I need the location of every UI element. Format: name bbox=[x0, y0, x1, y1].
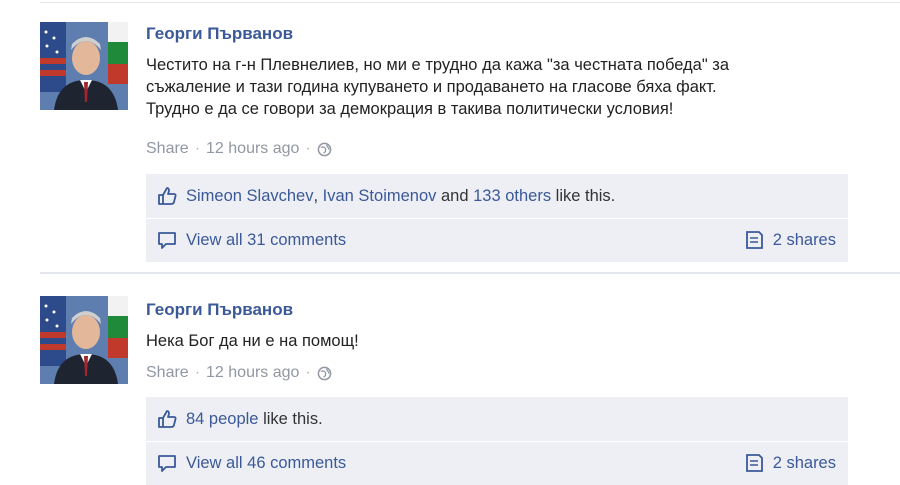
post-timestamp[interactable]: 12 hours ago bbox=[206, 140, 299, 158]
shares-link[interactable]: 2 shares bbox=[733, 229, 836, 251]
share-link[interactable]: Share bbox=[146, 364, 189, 382]
meta-separator: · bbox=[305, 140, 311, 157]
avatar[interactable] bbox=[40, 22, 128, 110]
likes-text: and bbox=[436, 186, 474, 205]
message-line: Трудно е да се говори за демокрация в та… bbox=[146, 100, 674, 118]
post-author[interactable]: Георги Първанов bbox=[146, 24, 293, 44]
share-icon bbox=[743, 229, 765, 251]
likes-text: like this. bbox=[551, 186, 616, 205]
avatar[interactable] bbox=[40, 296, 128, 384]
view-comments-link[interactable]: View all 31 comments bbox=[186, 231, 346, 250]
post-meta: Share · 12 hours ago · bbox=[146, 364, 332, 382]
post-timestamp[interactable]: 12 hours ago bbox=[206, 364, 299, 382]
shares-count[interactable]: 2 shares bbox=[773, 454, 836, 473]
post-message: Честито на г-н Плевнелиев, но ми е трудн… bbox=[146, 54, 866, 120]
likes-others-link[interactable]: 133 others bbox=[473, 187, 551, 206]
likes-row: 84 people like this. bbox=[146, 397, 848, 441]
message-line: съжаление и тази година купуването и про… bbox=[146, 78, 717, 96]
comments-row: View all 46 comments 2 shares bbox=[146, 441, 848, 485]
comments-row: View all 31 comments 2 shares bbox=[146, 218, 848, 262]
shares-count[interactable]: 2 shares bbox=[773, 231, 836, 250]
globe-icon[interactable] bbox=[317, 366, 332, 381]
feed-post: Георги Първанов Нека Бог да ни е на помо… bbox=[0, 272, 900, 485]
meta-separator: · bbox=[194, 364, 201, 381]
message-line: Нека Бог да ни е на помощ! bbox=[146, 332, 359, 350]
share-icon bbox=[743, 452, 765, 474]
comment-icon[interactable] bbox=[156, 229, 178, 251]
feed-post: Георги Първанов Честито на г-н Плевнелие… bbox=[0, 0, 900, 270]
shares-link[interactable]: 2 shares bbox=[733, 452, 836, 474]
view-comments-link[interactable]: View all 46 comments bbox=[186, 454, 346, 473]
likes-text: , bbox=[313, 186, 323, 205]
meta-separator: · bbox=[305, 364, 311, 381]
feedback-box: 84 people like this. View all 46 comment… bbox=[146, 397, 848, 485]
meta-separator: · bbox=[194, 140, 201, 157]
share-link[interactable]: Share bbox=[146, 140, 189, 158]
post-meta: Share · 12 hours ago · bbox=[146, 140, 332, 158]
liker-link[interactable]: Simeon Slavchev bbox=[186, 187, 313, 206]
thumbs-up-icon[interactable] bbox=[156, 408, 178, 430]
post-message: Нека Бог да ни е на помощ! bbox=[146, 330, 866, 352]
likes-row: Simeon Slavchev , Ivan Stoimenov and 133… bbox=[146, 174, 848, 218]
likes-text: like this. bbox=[258, 409, 323, 428]
likes-people-link[interactable]: 84 people bbox=[186, 410, 259, 429]
thumbs-up-icon[interactable] bbox=[156, 185, 178, 207]
comment-icon[interactable] bbox=[156, 452, 178, 474]
globe-icon[interactable] bbox=[317, 142, 332, 157]
feedback-box: Simeon Slavchev , Ivan Stoimenov and 133… bbox=[146, 174, 848, 262]
liker-link[interactable]: Ivan Stoimenov bbox=[323, 187, 437, 206]
message-line: Честито на г-н Плевнелиев, но ми е трудн… bbox=[146, 56, 730, 74]
post-author[interactable]: Георги Първанов bbox=[146, 300, 293, 320]
